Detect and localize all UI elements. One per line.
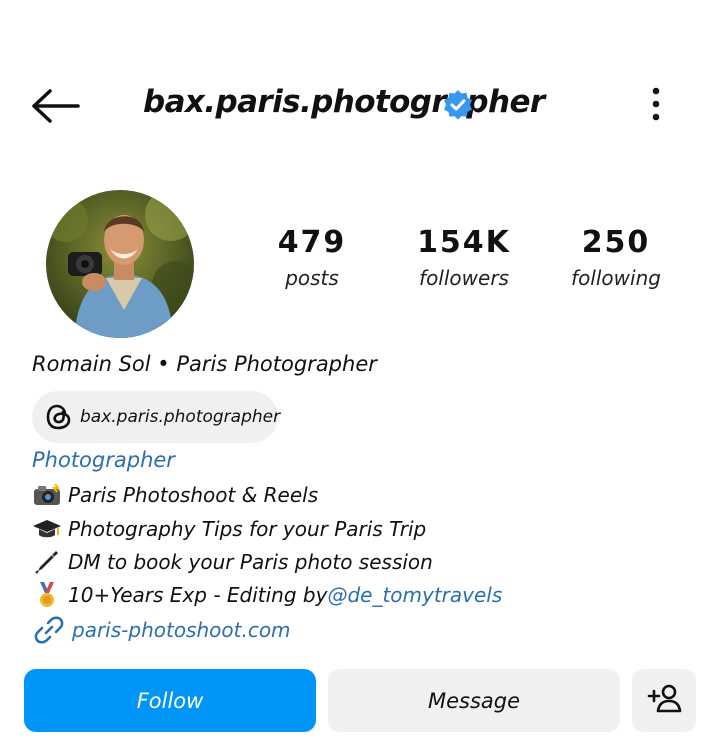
followers-label: followers: [419, 266, 509, 290]
medal-emoji: [32, 582, 62, 608]
bio-line: DM to book your Paris photo session: [32, 549, 433, 575]
following-label: following: [571, 266, 661, 290]
message-button[interactable]: Message: [328, 669, 620, 732]
avatar[interactable]: [46, 190, 194, 338]
mention-link[interactable]: @de_tomytravels: [327, 583, 502, 607]
more-options-icon[interactable]: [636, 84, 676, 124]
bio-line: 10+Years Exp - Editing by @de_tomytravel…: [32, 582, 502, 608]
follow-button[interactable]: Follow: [24, 669, 316, 732]
website-link-row[interactable]: paris-photoshoot.com: [32, 615, 291, 645]
threads-icon: [46, 402, 72, 432]
bio-text: Paris Photoshoot & Reels: [68, 483, 319, 507]
back-arrow-icon[interactable]: [30, 82, 82, 130]
bio-line: Photography Tips for your Paris Trip: [32, 516, 426, 542]
verified-badge-icon: [442, 89, 474, 121]
bio-text: Photography Tips for your Paris Trip: [68, 517, 427, 541]
threads-handle: bax.paris.photographer: [80, 407, 281, 427]
bio-text: 10+Years Exp - Editing by: [68, 583, 328, 607]
profile-category: Photographer: [32, 448, 175, 472]
bio-line: Paris Photoshoot & Reels: [32, 482, 318, 508]
add-user-icon: [646, 683, 682, 718]
full-name: Romain Sol • Paris Photographer: [32, 352, 377, 376]
following-count: 250: [581, 225, 651, 260]
followers-count: 154K: [417, 225, 511, 260]
pen-emoji: [32, 549, 62, 575]
camera-flash-emoji: [32, 482, 62, 508]
posts-count: 479: [277, 225, 347, 260]
threads-link-pill[interactable]: bax.paris.photographer: [32, 391, 281, 443]
posts-stat[interactable]: 479 posts: [247, 225, 377, 290]
posts-label: posts: [285, 266, 339, 290]
link-icon: [32, 615, 66, 645]
following-stat[interactable]: 250 following: [551, 225, 681, 290]
graduation-cap-emoji: [32, 516, 62, 542]
suggest-users-button[interactable]: [632, 669, 696, 732]
followers-stat[interactable]: 154K followers: [399, 225, 529, 290]
bio-text: DM to book your Paris photo session: [68, 550, 433, 574]
profile-username: bax.paris.photographer: [143, 84, 545, 120]
website-link[interactable]: paris-photoshoot.com: [72, 618, 291, 642]
